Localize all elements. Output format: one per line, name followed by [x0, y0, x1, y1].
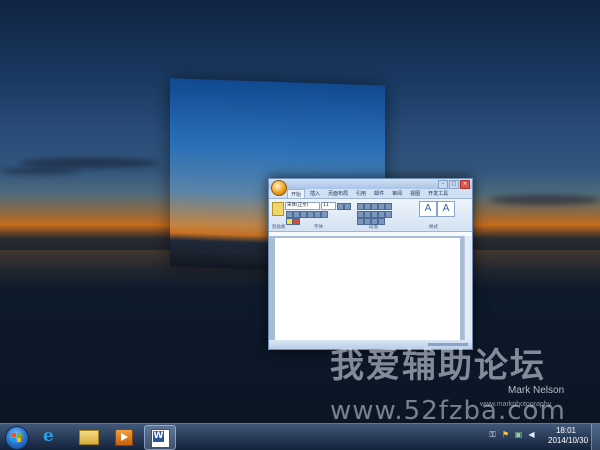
show-marks-icon[interactable] [378, 218, 385, 225]
multilevel-list-icon[interactable] [371, 203, 378, 210]
font-size-box[interactable]: 11 [321, 202, 336, 210]
shading-icon[interactable] [357, 218, 364, 225]
document-page[interactable] [275, 238, 460, 340]
shrink-font-icon[interactable] [344, 203, 351, 210]
system-tray: ⚿ ⚑ ▣ ◀ [488, 430, 536, 440]
quick-styles-icon[interactable]: A [419, 201, 437, 217]
taskbar-explorer-button[interactable] [73, 425, 103, 448]
start-button[interactable] [5, 426, 29, 450]
watermark-url: www.52fzba.com [330, 396, 566, 426]
word-window[interactable]: – □ × 开始 插入 页面布局 引用 邮件 审阅 视图 开发工具 宋体(正文)… [268, 178, 473, 350]
group-label-styles: 样式 [429, 225, 438, 230]
tab-insert[interactable]: 插入 [307, 189, 323, 198]
line-spacing-icon[interactable] [385, 211, 392, 218]
taskbar-ie-button[interactable]: e [36, 425, 66, 448]
system-clock[interactable]: 18:01 2014/10/30 [548, 426, 589, 446]
numbering-icon[interactable] [364, 203, 371, 210]
tab-mailings[interactable]: 邮件 [371, 189, 387, 198]
network-icon[interactable]: ▣ [514, 430, 523, 440]
cloud-band [0, 168, 80, 174]
tab-references[interactable]: 引用 [353, 189, 369, 198]
clock-time: 18:01 [555, 426, 577, 435]
decrease-indent-icon[interactable] [378, 203, 385, 210]
wallpaper-author: Mark Nelson [508, 385, 565, 396]
taskbar: e ⚿ ⚑ ▣ ◀ 18:01 2014/10/30 [0, 423, 600, 450]
internet-explorer-icon: e [43, 426, 54, 446]
subscript-icon[interactable] [314, 211, 321, 218]
close-button[interactable]: × [460, 180, 470, 189]
ribbon-tabs: 开始 插入 页面布局 引用 邮件 审阅 视图 开发工具 [269, 189, 472, 199]
increase-indent-icon[interactable] [385, 203, 392, 210]
align-right-icon[interactable] [371, 211, 378, 218]
underline-icon[interactable] [300, 211, 307, 218]
font-name-box[interactable]: 宋体(正文) [285, 202, 320, 210]
taskbar-media-player-button[interactable] [108, 425, 138, 448]
volume-icon[interactable]: ◀ [527, 430, 536, 440]
clock-date: 2014/10/30 [548, 436, 589, 445]
maximize-button[interactable]: □ [449, 180, 459, 189]
title-bar[interactable]: – □ × [269, 179, 472, 189]
bold-icon[interactable] [286, 211, 293, 218]
tab-view[interactable]: 视图 [407, 189, 423, 198]
strikethrough-icon[interactable] [307, 211, 314, 218]
group-label-font: 字体 [314, 225, 323, 230]
minimize-button[interactable]: – [438, 180, 448, 189]
tab-page-layout[interactable]: 页面布局 [325, 189, 351, 198]
media-player-icon [115, 429, 133, 446]
italic-icon[interactable] [293, 211, 300, 218]
align-center-icon[interactable] [364, 211, 371, 218]
word-icon [151, 429, 170, 448]
windows-logo-icon [12, 433, 22, 443]
ribbon: 宋体(正文) 11 A A 剪贴板 字体 段落 样式 [269, 199, 472, 232]
tab-developer[interactable]: 开发工具 [425, 189, 451, 198]
watermark-chinese: 我爱辅助论坛 [330, 346, 546, 386]
tab-review[interactable]: 审阅 [389, 189, 405, 198]
superscript-icon[interactable] [321, 211, 328, 218]
action-center-flag-icon[interactable]: ⚑ [501, 430, 510, 440]
change-styles-icon[interactable]: A [437, 201, 455, 217]
highlight-icon[interactable] [286, 218, 293, 225]
align-left-icon[interactable] [357, 211, 364, 218]
bullets-icon[interactable] [357, 203, 364, 210]
group-label-paragraph: 段落 [369, 225, 378, 230]
justify-icon[interactable] [378, 211, 385, 218]
group-label-clipboard: 剪贴板 [272, 225, 286, 230]
folder-icon [79, 430, 99, 445]
paste-icon[interactable] [272, 202, 284, 216]
tab-home[interactable]: 开始 [287, 189, 306, 198]
show-desktop-button[interactable] [591, 424, 600, 450]
taskbar-word-button[interactable] [144, 425, 176, 450]
office-button[interactable] [271, 180, 287, 196]
cloud-band [20, 158, 160, 168]
vertical-scrollbar[interactable] [464, 236, 472, 340]
font-color-icon[interactable] [293, 218, 300, 225]
cloud-band [490, 195, 600, 205]
input-method-icon[interactable]: ⚿ [488, 430, 497, 440]
grow-font-icon[interactable] [337, 203, 344, 210]
document-area [269, 236, 464, 340]
